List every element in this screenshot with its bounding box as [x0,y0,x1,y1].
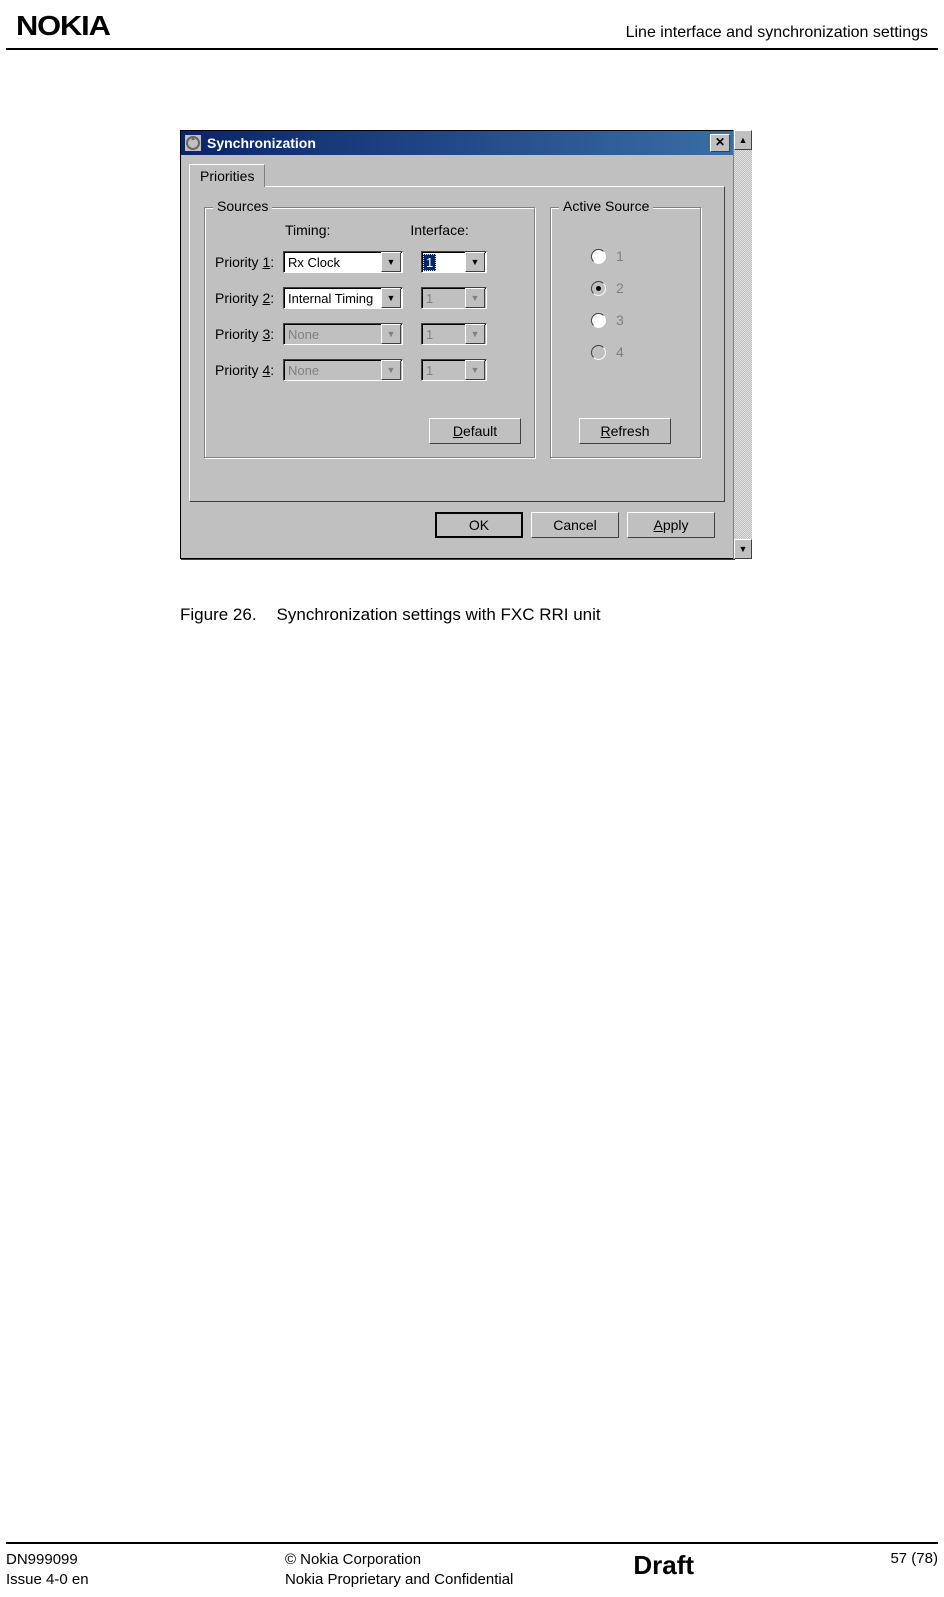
priority-row-2: Priority 2: Internal Timing 1 [215,284,487,312]
priority-1-timing[interactable]: Rx Clock [283,251,403,273]
interface-header: Interface: [410,222,468,238]
radio-icon [591,313,606,328]
priority-3-timing: None [283,323,403,345]
active-source-legend: Active Source [559,198,653,214]
footer-left: DN999099 Issue 4-0 en [6,1550,89,1589]
page-number: 57 (78) [890,1550,938,1567]
refresh-button[interactable]: Refresh [579,418,671,444]
priority-2-timing[interactable]: Internal Timing [283,287,403,309]
tab-content: Sources Timing: Interface: Priority 1: R… [189,186,725,502]
section-title: Line interface and synchronization setti… [626,24,928,42]
timing-header: Timing: [285,222,330,238]
radio-icon [591,249,606,264]
dialog-titlebar[interactable]: Synchronization ✕ [181,131,733,155]
nokia-logo: NOKIA [16,10,110,42]
figure-text: Synchronization settings with FXC RRI un… [277,605,601,625]
priority-4-interface: 1 [421,359,487,381]
priority-3-interface: 1 [421,323,487,345]
default-button[interactable]: Default [429,418,521,444]
active-source-4: 4 [591,344,624,360]
sync-icon [185,135,201,151]
footer-mid: © Nokia Corporation Nokia Proprietary an… [285,1550,513,1589]
priority-row-4: Priority 4: None 1 [215,356,487,384]
confidential: Nokia Proprietary and Confidential [285,1570,513,1590]
copyright: © Nokia Corporation [285,1550,513,1570]
active-source-1: 1 [591,248,624,264]
chevron-down-icon[interactable] [381,288,401,308]
draft-label: Draft [633,1550,694,1589]
priority-row-3: Priority 3: None 1 [215,320,487,348]
dialog-title: Synchronization [207,135,316,151]
vertical-scrollbar[interactable]: ▲ ▼ [733,130,752,559]
doc-number: DN999099 [6,1550,89,1570]
priority-4-label: Priority 4: [215,362,283,378]
synchronization-dialog: Synchronization ✕ Priorities Sources Tim… [180,130,734,559]
chevron-down-icon [465,360,485,380]
chevron-down-icon [465,324,485,344]
apply-button[interactable]: Apply [627,512,715,538]
chevron-down-icon [381,360,401,380]
priority-2-interface: 1 [421,287,487,309]
radio-icon [591,345,606,360]
ok-button[interactable]: OK [435,512,523,538]
active-source-groupbox: Active Source 1 2 3 4 Refresh [550,207,702,459]
priority-4-timing: None [283,359,403,381]
page-footer: DN999099 Issue 4-0 en © Nokia Corporatio… [6,1542,938,1589]
figure-number: Figure 26. [180,605,257,625]
figure-caption: Figure 26. Synchronization settings with… [180,605,944,625]
priority-2-label: Priority 2: [215,290,283,306]
scroll-up-icon[interactable]: ▲ [734,130,752,150]
chevron-down-icon [465,288,485,308]
chevron-down-icon[interactable] [465,252,485,272]
close-button[interactable]: ✕ [710,134,730,152]
scroll-down-icon[interactable]: ▼ [734,539,752,559]
active-source-3: 3 [591,312,624,328]
page-header: NOKIA Line interface and synchronization… [6,0,938,50]
cancel-button[interactable]: Cancel [531,512,619,538]
sources-groupbox: Sources Timing: Interface: Priority 1: R… [204,207,536,459]
sources-legend: Sources [213,198,272,214]
priority-3-label: Priority 3: [215,326,283,342]
priority-row-1: Priority 1: Rx Clock 1 [215,248,487,276]
scrollbar-track[interactable] [734,150,752,539]
issue-number: Issue 4-0 en [6,1570,89,1590]
active-source-2: 2 [591,280,624,296]
radio-icon [591,281,606,296]
priority-1-label: Priority 1: [215,254,283,270]
chevron-down-icon [381,324,401,344]
tab-priorities[interactable]: Priorities [189,164,265,187]
priority-1-interface[interactable]: 1 [421,251,487,273]
chevron-down-icon[interactable] [381,252,401,272]
